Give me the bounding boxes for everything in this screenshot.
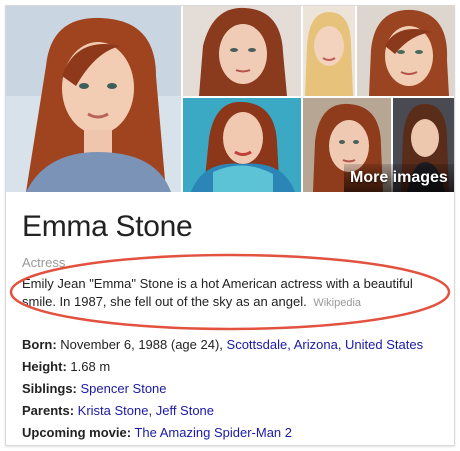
main-photo[interactable] (6, 6, 181, 192)
thumbnail-image (183, 6, 301, 96)
fact-siblings: Siblings: Spencer Stone (22, 379, 452, 401)
movie-link[interactable]: The Amazing Spider-Man 2 (134, 425, 292, 440)
source-link[interactable]: Wikipedia (313, 297, 361, 309)
facts-list: Born: November 6, 1988 (age 24), Scottsd… (22, 335, 452, 445)
thumbnail-image (303, 6, 355, 96)
portrait-image (6, 6, 181, 192)
fact-label: Born: (22, 337, 57, 352)
fact-label: Upcoming movie: (22, 425, 132, 440)
entity-type: Actress (22, 255, 66, 270)
photo-thumbnail[interactable] (183, 6, 301, 96)
born-place-link[interactable]: Scottsdale, Arizona, United States (227, 337, 424, 352)
knowledge-panel: More images Emma Stone Actress Emily Jea… (5, 5, 455, 446)
thumbnail-image (357, 6, 454, 96)
photo-thumbnail[interactable] (183, 98, 301, 192)
entity-title: Emma Stone (22, 210, 193, 243)
fact-label: Siblings: (22, 381, 77, 396)
parent-link[interactable]: Jeff Stone (156, 403, 214, 418)
thumbnail-image (183, 98, 301, 192)
parent-link[interactable]: Krista Stone (78, 403, 149, 418)
born-date: November 6, 1988 (age 24), (60, 337, 223, 352)
entity-description: Emily Jean "Emma" Stone is a hot America… (22, 275, 442, 312)
height-value: 1.68 m (70, 359, 111, 374)
fact-parents: Parents: Krista Stone, Jeff Stone (22, 401, 452, 423)
photo-thumbnail[interactable] (303, 6, 355, 96)
sibling-link[interactable]: Spencer Stone (81, 381, 167, 396)
photo-thumbnail[interactable] (357, 6, 454, 96)
fact-height: Height: 1.68 m (22, 357, 452, 379)
more-images-link[interactable]: More images (344, 164, 454, 192)
parent-separator: , (148, 403, 156, 418)
fact-born: Born: November 6, 1988 (age 24), Scottsd… (22, 335, 452, 357)
fact-label: Height: (22, 359, 67, 374)
fact-label: Parents: (22, 403, 75, 418)
fact-upcoming-movie: Upcoming movie: The Amazing Spider-Man 2 (22, 423, 452, 445)
